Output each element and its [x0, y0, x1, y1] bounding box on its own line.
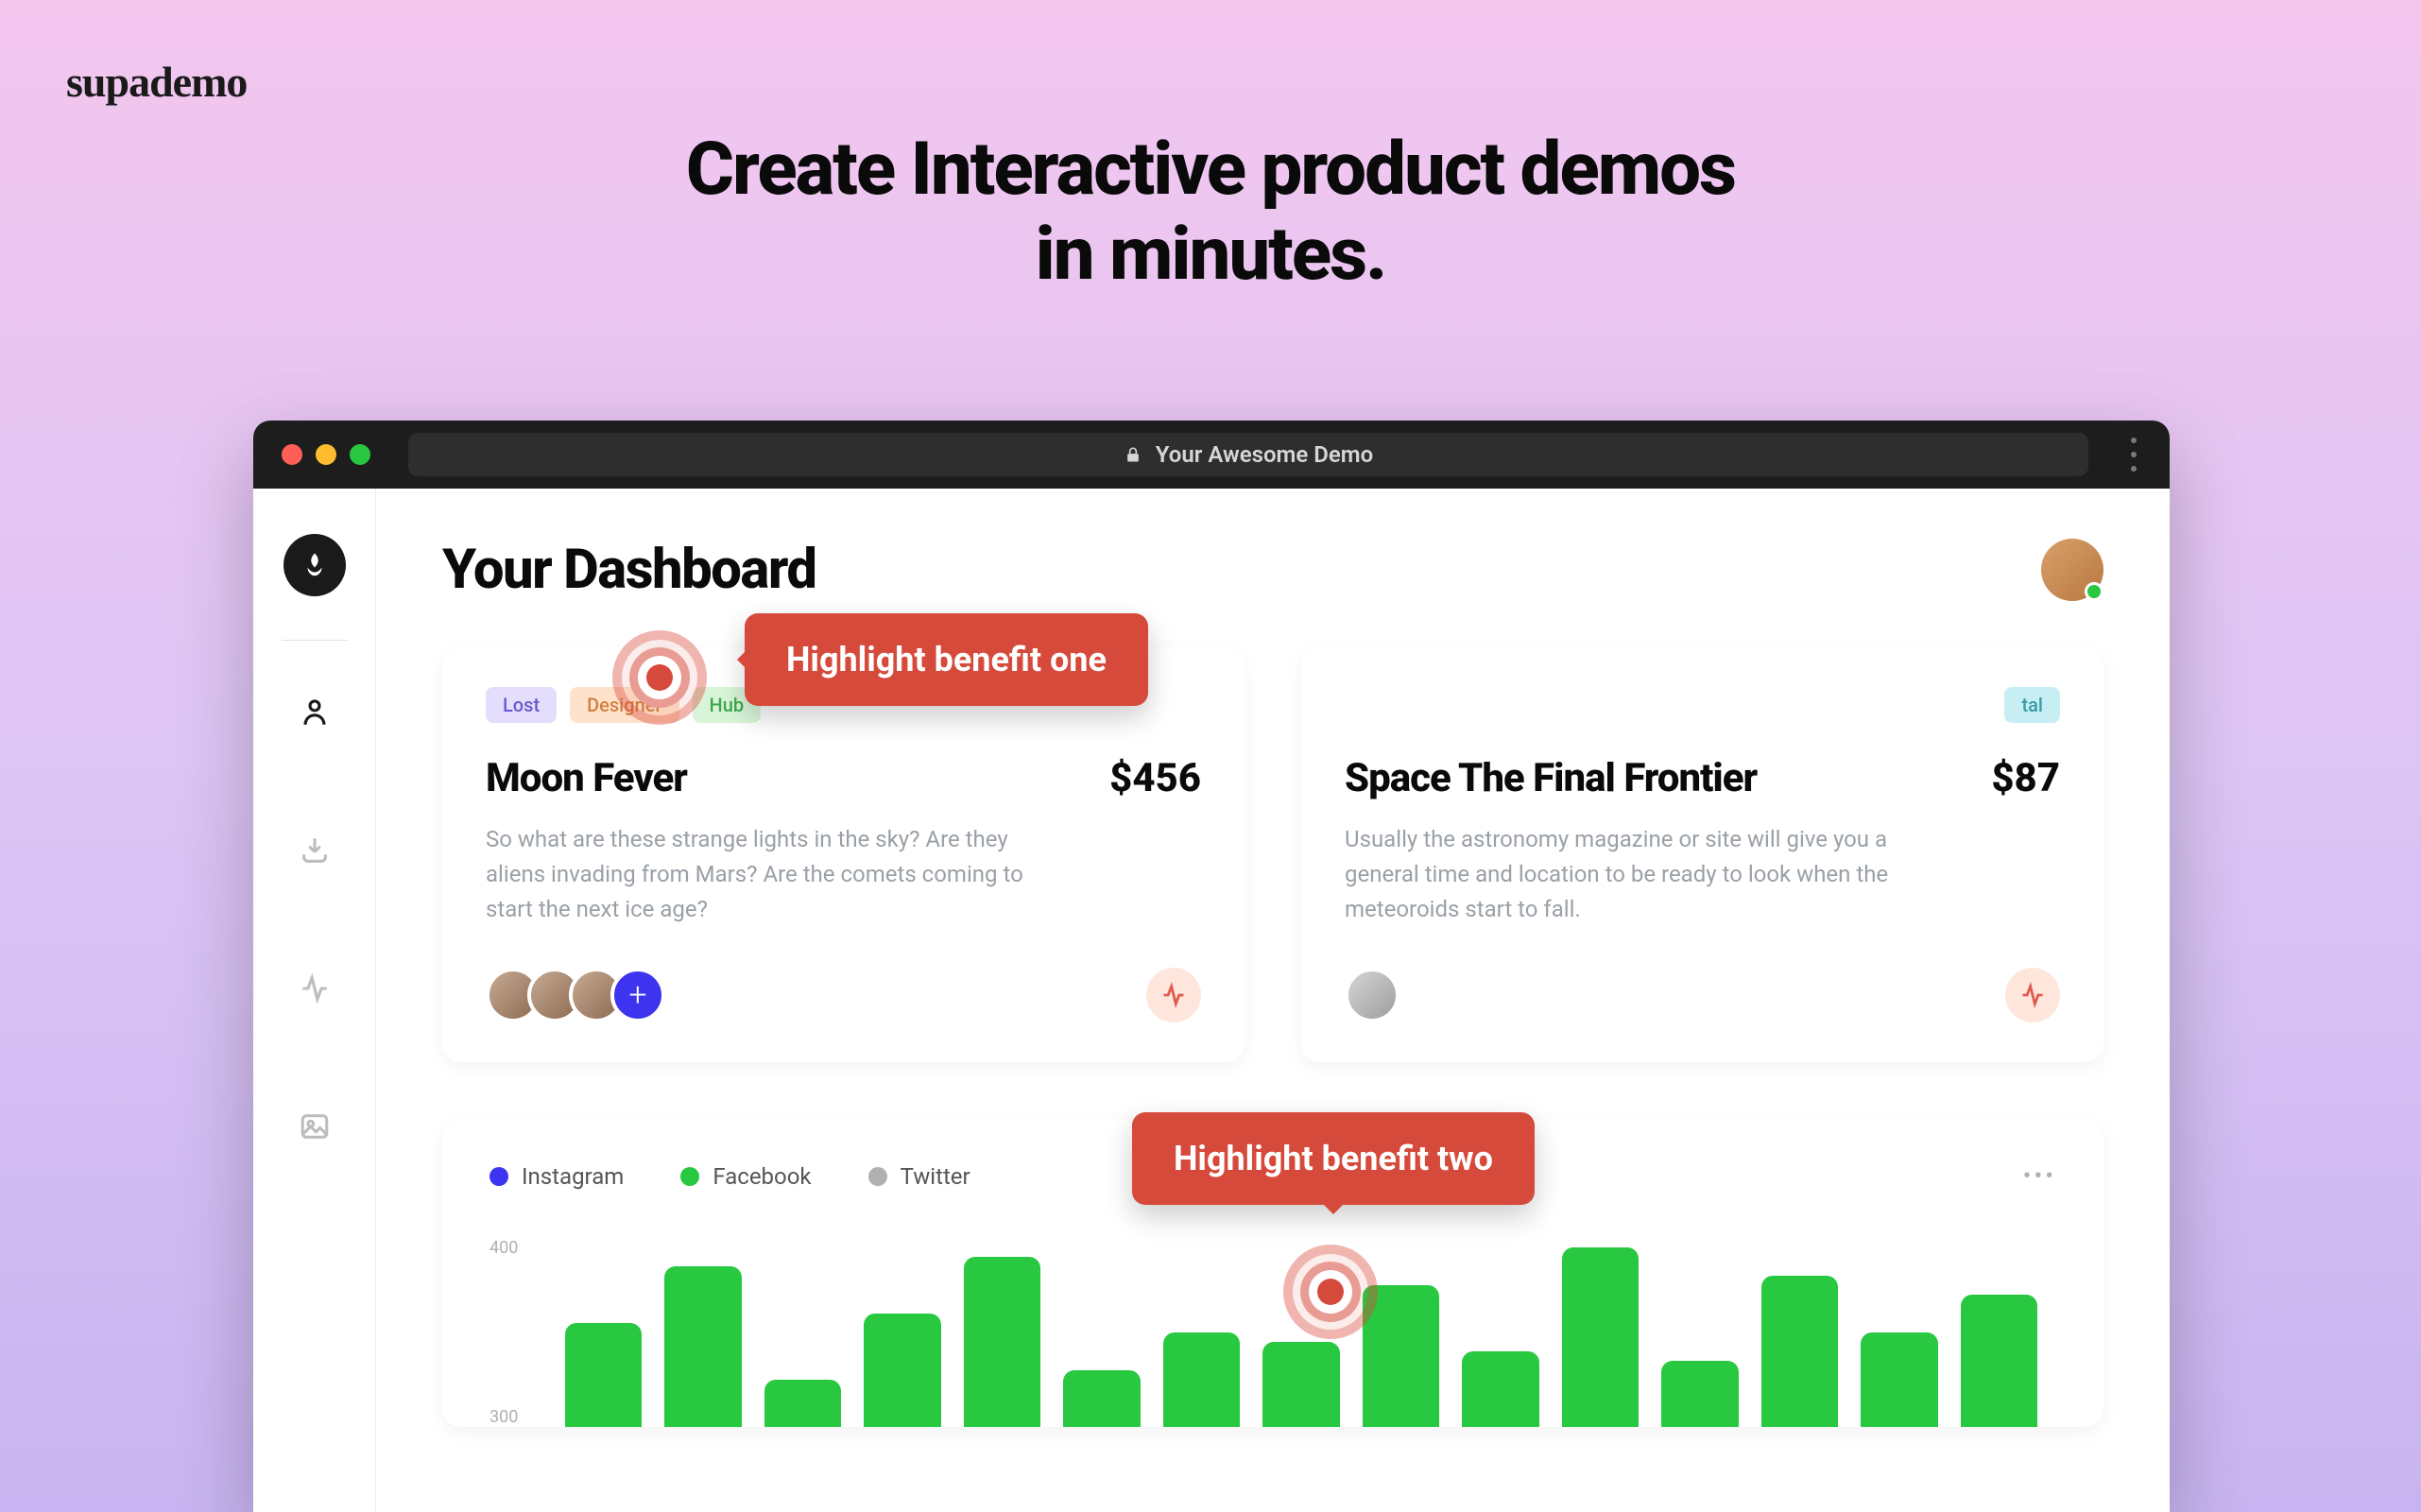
- y-tick: 400: [489, 1238, 546, 1258]
- main-header: Your Dashboard: [442, 538, 2103, 602]
- member-avatar[interactable]: [1345, 968, 1399, 1022]
- brand-logo: supademo: [66, 57, 247, 107]
- window-close-icon[interactable]: [282, 444, 302, 465]
- sidebar-divider: [282, 640, 348, 641]
- browser-menu-icon[interactable]: [2126, 438, 2141, 472]
- chart-bar: [1063, 1370, 1140, 1427]
- legend-facebook[interactable]: Facebook: [680, 1163, 811, 1190]
- user-avatar[interactable]: [2041, 539, 2103, 601]
- chart-bars: [565, 1238, 2037, 1427]
- tag-tal[interactable]: tal: [2004, 687, 2060, 723]
- chart-bar: [1961, 1295, 2037, 1427]
- legend-instagram[interactable]: Instagram: [489, 1163, 624, 1190]
- add-member-button[interactable]: +: [610, 968, 665, 1022]
- chart-bar: [1262, 1342, 1339, 1427]
- activity-icon[interactable]: [1146, 968, 1201, 1022]
- chart-bar: [1661, 1361, 1738, 1427]
- sidebar-user-icon[interactable]: [296, 694, 334, 731]
- lock-icon: [1124, 444, 1142, 465]
- chart-bar: [565, 1323, 642, 1427]
- page-headline: Create Interactive product demos in minu…: [0, 128, 2421, 297]
- chart-bar: [864, 1314, 940, 1427]
- card-title: Space The Final Frontier: [1345, 755, 1757, 801]
- sidebar-activity-icon[interactable]: [296, 970, 334, 1007]
- chart-more-icon[interactable]: •••: [2023, 1162, 2056, 1191]
- activity-icon[interactable]: [2005, 968, 2060, 1022]
- chart-bar: [664, 1266, 741, 1427]
- traffic-lights: [282, 444, 370, 465]
- sidebar: [253, 489, 376, 1512]
- chart-bar: [764, 1380, 841, 1427]
- sidebar-download-icon[interactable]: [296, 832, 334, 869]
- chart-bar: [1363, 1285, 1439, 1427]
- card-title: Moon Fever: [486, 755, 687, 801]
- tooltip-benefit-one: Highlight benefit one: [745, 613, 1148, 706]
- avatar-stack: +: [486, 968, 665, 1022]
- app-frame: Your Dashboard Lost Designer Hub Moon Fe…: [253, 489, 2170, 1512]
- tag-row: tal: [1345, 687, 2060, 723]
- page-title: Your Dashboard: [442, 538, 816, 602]
- presence-indicator: [2085, 582, 2103, 601]
- chart-bar: [1163, 1332, 1240, 1427]
- legend-twitter[interactable]: Twitter: [868, 1163, 970, 1190]
- tag-lost[interactable]: Lost: [486, 687, 557, 723]
- card-price: $87: [1991, 755, 2060, 801]
- browser-chrome: Your Awesome Demo: [253, 421, 2170, 489]
- chart-bar: [1761, 1276, 1838, 1427]
- browser-window: Your Awesome Demo: [253, 421, 2170, 1512]
- app-logo-icon[interactable]: [283, 534, 346, 596]
- y-axis: 400 300: [489, 1238, 546, 1427]
- sidebar-image-icon[interactable]: [296, 1108, 334, 1145]
- card-price: $456: [1109, 755, 1201, 801]
- main-content: Your Dashboard Lost Designer Hub Moon Fe…: [376, 489, 2170, 1512]
- window-minimize-icon[interactable]: [316, 444, 336, 465]
- headline-line-1: Create Interactive product demos: [686, 127, 1735, 213]
- chart-bar: [1861, 1332, 1937, 1427]
- card-moon-fever[interactable]: Lost Designer Hub Moon Fever $456 So wha…: [442, 647, 1245, 1062]
- tag-designer[interactable]: Designer: [570, 687, 678, 723]
- headline-line-2: in minutes.: [1036, 212, 1386, 298]
- card-body: Usually the astronomy magazine or site w…: [1345, 822, 1893, 928]
- card-body: So what are these strange lights in the …: [486, 822, 1034, 928]
- chart-bar: [964, 1257, 1040, 1427]
- chart-area: 400 300: [489, 1238, 2056, 1427]
- url-bar[interactable]: Your Awesome Demo: [408, 433, 2088, 476]
- window-zoom-icon[interactable]: [350, 444, 370, 465]
- chart-bar: [1462, 1351, 1538, 1427]
- card-space-frontier[interactable]: tal Space The Final Frontier $87 Usually…: [1301, 647, 2103, 1062]
- chart-bar: [1562, 1247, 1639, 1427]
- tooltip-benefit-two: Highlight benefit two: [1132, 1112, 1535, 1205]
- y-tick: 300: [489, 1407, 546, 1427]
- url-label: Your Awesome Demo: [1156, 441, 1373, 468]
- avatar-stack: [1345, 968, 1399, 1022]
- cards-row: Lost Designer Hub Moon Fever $456 So wha…: [442, 647, 2103, 1062]
